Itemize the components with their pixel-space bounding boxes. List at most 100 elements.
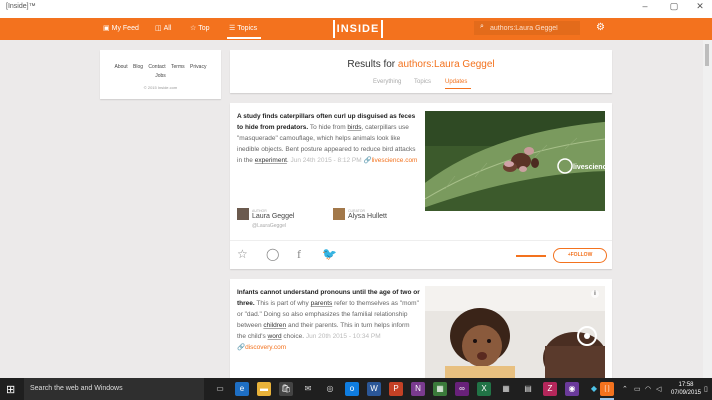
nav-label: All bbox=[163, 25, 172, 32]
link-icon: 🔗 bbox=[237, 344, 246, 351]
volume-icon[interactable]: ◁ bbox=[656, 385, 661, 393]
nav-my-feed[interactable]: ▣ My Feed bbox=[103, 24, 139, 32]
about-card: About Blog Contact Terms Privacy Jobs © … bbox=[100, 50, 221, 99]
clock-time: 17:58 bbox=[678, 382, 694, 388]
story-card: A study finds caterpillars often curl up… bbox=[230, 103, 612, 269]
follow-indicator bbox=[516, 255, 546, 257]
facebook-icon[interactable]: f bbox=[297, 247, 301, 262]
top-navbar: ▣My Feed ◫All ☆Top ☰Topics INSIDE ⌕ ⚙ bbox=[0, 18, 712, 40]
caterpillar-photo: livescience bbox=[425, 111, 605, 211]
word-icon[interactable]: W bbox=[367, 382, 381, 396]
outlook-icon[interactable]: o bbox=[345, 382, 359, 396]
search-input[interactable] bbox=[490, 22, 576, 34]
app-icon[interactable]: ◆ bbox=[587, 382, 601, 396]
active-nav-indicator bbox=[227, 37, 261, 39]
scrollbar-thumb[interactable] bbox=[705, 44, 709, 66]
wifi-icon[interactable]: ◠ bbox=[645, 385, 651, 393]
keyword-link[interactable]: parents bbox=[311, 300, 333, 307]
follow-button[interactable]: +FOLLOW bbox=[553, 248, 607, 263]
privacy-link[interactable]: Privacy bbox=[190, 64, 206, 70]
story-text: Infants cannot understand pronouns until… bbox=[237, 287, 420, 353]
avatar bbox=[237, 208, 249, 220]
mail-icon[interactable]: ✉ bbox=[301, 382, 315, 396]
story-date: Jun 20th 2015 - 10:34 PM bbox=[305, 333, 381, 340]
contact-link[interactable]: Contact bbox=[148, 64, 165, 70]
taskbar-search[interactable]: Search the web and Windows bbox=[24, 378, 204, 400]
tab-updates[interactable]: Updates bbox=[445, 79, 467, 85]
story-image[interactable]: i bbox=[425, 286, 605, 378]
photos-icon[interactable]: ▦ bbox=[433, 382, 447, 396]
cards-icon: ◫ bbox=[155, 25, 162, 32]
story-body: choice. bbox=[281, 333, 306, 340]
avatar bbox=[333, 208, 345, 220]
media-icon[interactable]: ◎ bbox=[323, 382, 337, 396]
nav-label: Topics bbox=[237, 25, 258, 32]
gear-icon[interactable]: ⚙ bbox=[596, 22, 605, 33]
nav-all[interactable]: ◫ All bbox=[155, 24, 171, 32]
active-tab-indicator bbox=[445, 88, 471, 89]
keyword-link[interactable]: word bbox=[268, 333, 282, 340]
clock[interactable]: 17:58 07/09/2015 bbox=[668, 381, 704, 397]
comment-icon[interactable]: ◯ bbox=[266, 247, 279, 261]
edge-icon[interactable]: e bbox=[235, 382, 249, 396]
minimize-button[interactable]: – bbox=[635, 1, 655, 11]
onenote-icon[interactable]: N bbox=[411, 382, 425, 396]
battery-icon[interactable]: ▭ bbox=[634, 385, 641, 393]
windows-start-icon[interactable]: ⊞ bbox=[6, 383, 15, 396]
keyword-link[interactable]: children bbox=[263, 322, 286, 329]
nav-top[interactable]: ☆ Top bbox=[190, 24, 210, 32]
tab-topics[interactable]: Topics bbox=[414, 79, 431, 85]
nav-label: Top bbox=[198, 25, 210, 32]
calculator-icon[interactable]: ▦ bbox=[499, 382, 513, 396]
source-link[interactable]: 🔗discovery.com bbox=[237, 344, 286, 351]
search-box[interactable]: ⌕ bbox=[474, 21, 580, 35]
child-photo bbox=[425, 286, 605, 378]
about-link[interactable]: About bbox=[115, 64, 128, 70]
visual-studio-icon[interactable]: ∞ bbox=[455, 382, 469, 396]
curator-name[interactable]: Alysa Hullett bbox=[348, 213, 387, 220]
source-link[interactable]: 🔗livescience.com bbox=[364, 157, 418, 164]
window-title: [Inside]™ bbox=[6, 3, 36, 10]
task-view-icon[interactable]: ▭ bbox=[213, 382, 227, 396]
store-icon[interactable]: 🛍 bbox=[279, 382, 293, 396]
info-icon[interactable]: i bbox=[591, 290, 599, 298]
close-button[interactable]: ✕ bbox=[690, 1, 710, 12]
jobs-link[interactable]: Jobs bbox=[155, 73, 166, 79]
keyword-link[interactable]: birds bbox=[347, 124, 361, 131]
results-title: Results for authors:Laura Geggel bbox=[230, 59, 612, 70]
feed-icon: ▣ bbox=[103, 25, 110, 32]
zune-icon[interactable]: Z bbox=[543, 382, 557, 396]
tray-arrow-icon[interactable]: ⌃ bbox=[622, 385, 628, 393]
author-name[interactable]: Laura Geggel bbox=[252, 213, 294, 220]
file-explorer-icon[interactable]: ▬ bbox=[257, 382, 271, 396]
maximize-button[interactable]: ▢ bbox=[664, 1, 684, 12]
star-icon[interactable]: ☆ bbox=[237, 247, 248, 261]
clock-date: 07/09/2015 bbox=[670, 390, 702, 396]
results-header: Results for authors:Laura Geggel Everyth… bbox=[230, 50, 612, 93]
link-icon: 🔗 bbox=[363, 157, 372, 164]
keyword-link[interactable]: experiment bbox=[255, 157, 287, 164]
story-body: To hide from bbox=[308, 124, 348, 131]
groove-icon[interactable]: ◉ bbox=[565, 382, 579, 396]
scrollbar-track[interactable] bbox=[703, 40, 712, 378]
source-name: discovery.com bbox=[245, 344, 287, 351]
inside-app-icon[interactable]: [ ] bbox=[600, 382, 614, 396]
results-prefix: Results for bbox=[347, 59, 398, 70]
excel-icon[interactable]: X bbox=[477, 382, 491, 396]
twitter-icon[interactable]: 🐦 bbox=[322, 247, 337, 261]
news-icon[interactable]: ▤ bbox=[521, 382, 535, 396]
nav-topics[interactable]: ☰ Topics bbox=[229, 24, 257, 32]
notifications-icon[interactable]: ▯ bbox=[704, 385, 708, 393]
inside-logo[interactable]: INSIDE bbox=[333, 20, 383, 38]
tab-everything[interactable]: Everything bbox=[373, 79, 401, 85]
blog-link[interactable]: Blog bbox=[133, 64, 143, 70]
source-name: livescience.com bbox=[371, 157, 418, 164]
powerpoint-icon[interactable]: P bbox=[389, 382, 403, 396]
story-image[interactable]: livescience bbox=[425, 111, 605, 211]
author-handle[interactable]: @LauraGeggel bbox=[252, 223, 286, 229]
story-body: This is part of why bbox=[254, 300, 311, 307]
terms-link[interactable]: Terms bbox=[171, 64, 185, 70]
star-icon: ☆ bbox=[190, 25, 197, 32]
copyright-text: © 2015 Inside.com bbox=[143, 85, 178, 90]
search-icon: ⌕ bbox=[480, 23, 484, 30]
